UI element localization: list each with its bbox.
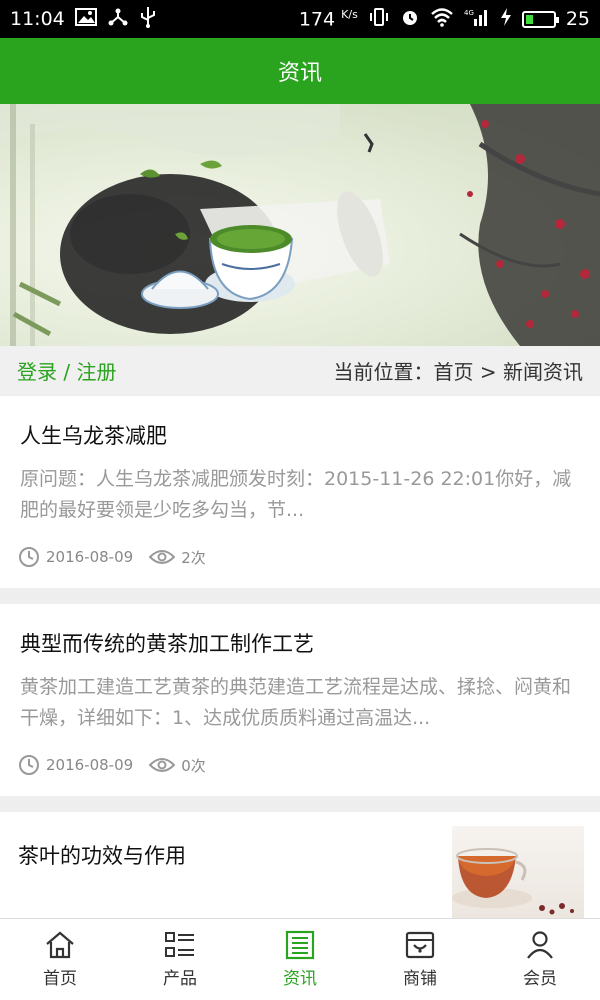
news-icon — [285, 930, 315, 960]
tab-news-label: 资讯 — [283, 969, 317, 989]
clock-icon — [19, 755, 39, 775]
banner-illustration — [0, 104, 600, 346]
news-views: 2次 — [149, 547, 206, 568]
eye-icon — [149, 758, 176, 772]
location-bar: 登录 / 注册 当前位置：首页 > 新闻资讯 — [0, 346, 600, 394]
eye-icon — [149, 550, 176, 564]
news-summary: 原问题：人生乌龙茶减肥颁发时刻：2015-11-26 22:01你好，减肥的最好… — [20, 468, 572, 521]
net-speed-value: 174 — [298, 8, 336, 31]
news-meta: 2016-08-09 2次 — [18, 546, 222, 568]
image-icon — [74, 7, 97, 31]
battery-icon — [521, 10, 559, 28]
battery-level-text: 25 — [565, 8, 590, 30]
news-date-text: 2016-08-09 — [46, 756, 134, 774]
tea-cup-image — [452, 848, 574, 915]
tab-products[interactable]: 产品 — [120, 919, 240, 1000]
news-date-text: 2016-08-09 — [46, 548, 134, 566]
news-views-text: 2次 — [181, 548, 206, 567]
login-register-link[interactable]: 登录 / 注册 — [17, 356, 116, 385]
signal-icon: 4G — [464, 7, 490, 32]
home-icon — [46, 931, 74, 959]
user-icon — [527, 931, 553, 959]
news-views-text: 0次 — [181, 756, 206, 775]
status-right: 174 K/s 4G 25 — [299, 7, 590, 32]
wifi-icon — [430, 7, 454, 32]
shop-icon — [405, 931, 435, 959]
news-date: 2016-08-09 — [18, 546, 133, 568]
news-summary: 黄茶加工建造工艺黄茶的典范建造工艺流程是达成、揉捻、闷黄和干燥，详细如下：1、达… — [20, 676, 572, 729]
status-bar: 11:04 174 K/s 4G 25 — [0, 0, 600, 38]
news-thumbnail[interactable] — [452, 826, 584, 918]
vibrate-icon — [368, 7, 390, 32]
share-icon — [107, 7, 129, 32]
news-item[interactable]: 人生乌龙茶减肥 原问题：人生乌龙茶减肥颁发时刻：2015-11-26 22:01… — [0, 396, 600, 588]
news-item[interactable]: 典型而传统的黄茶加工制作工艺 黄茶加工建造工艺黄茶的典范建造工艺流程是达成、揉捻… — [0, 604, 600, 796]
status-time: 11:04 — [10, 8, 65, 30]
net-speed: 174 K/s — [299, 8, 358, 30]
status-left: 11:04 — [10, 6, 157, 33]
usb-icon — [139, 6, 157, 33]
news-title[interactable]: 人生乌龙茶减肥 — [20, 420, 167, 450]
banner-image — [0, 104, 600, 346]
page-title: 资讯 — [277, 61, 322, 86]
clock-icon — [19, 547, 39, 567]
tab-news[interactable]: 资讯 — [240, 919, 360, 1000]
charging-icon — [500, 7, 512, 32]
tab-products-label: 产品 — [163, 969, 197, 989]
alarm-icon — [400, 7, 420, 32]
news-meta: 2016-08-09 0次 — [18, 754, 222, 776]
tab-member[interactable]: 会员 — [480, 919, 600, 1000]
list-icon — [165, 932, 194, 957]
battery-fill — [525, 14, 533, 24]
tab-shop[interactable]: 商铺 — [360, 919, 480, 1000]
tab-home-label: 首页 — [43, 969, 77, 989]
tab-home[interactable]: 首页 — [0, 919, 120, 1000]
news-views: 0次 — [149, 755, 206, 776]
news-date: 2016-08-09 — [18, 754, 133, 776]
network-type: 4G — [464, 9, 474, 17]
news-title[interactable]: 茶叶的功效与作用 — [18, 840, 186, 870]
tab-member-label: 会员 — [523, 969, 557, 989]
news-item[interactable]: 茶叶的功效与作用 — [0, 812, 600, 922]
tab-shop-label: 商铺 — [403, 969, 437, 989]
news-title[interactable]: 典型而传统的黄茶加工制作工艺 — [20, 628, 314, 658]
net-speed-unit: K/s — [341, 7, 358, 21]
bottom-tab-bar: 首页 产品 资讯 商铺 会员 — [0, 918, 600, 1000]
breadcrumb: 当前位置：首页 > 新闻资讯 — [333, 359, 583, 384]
page-header: 资讯 — [0, 38, 600, 104]
